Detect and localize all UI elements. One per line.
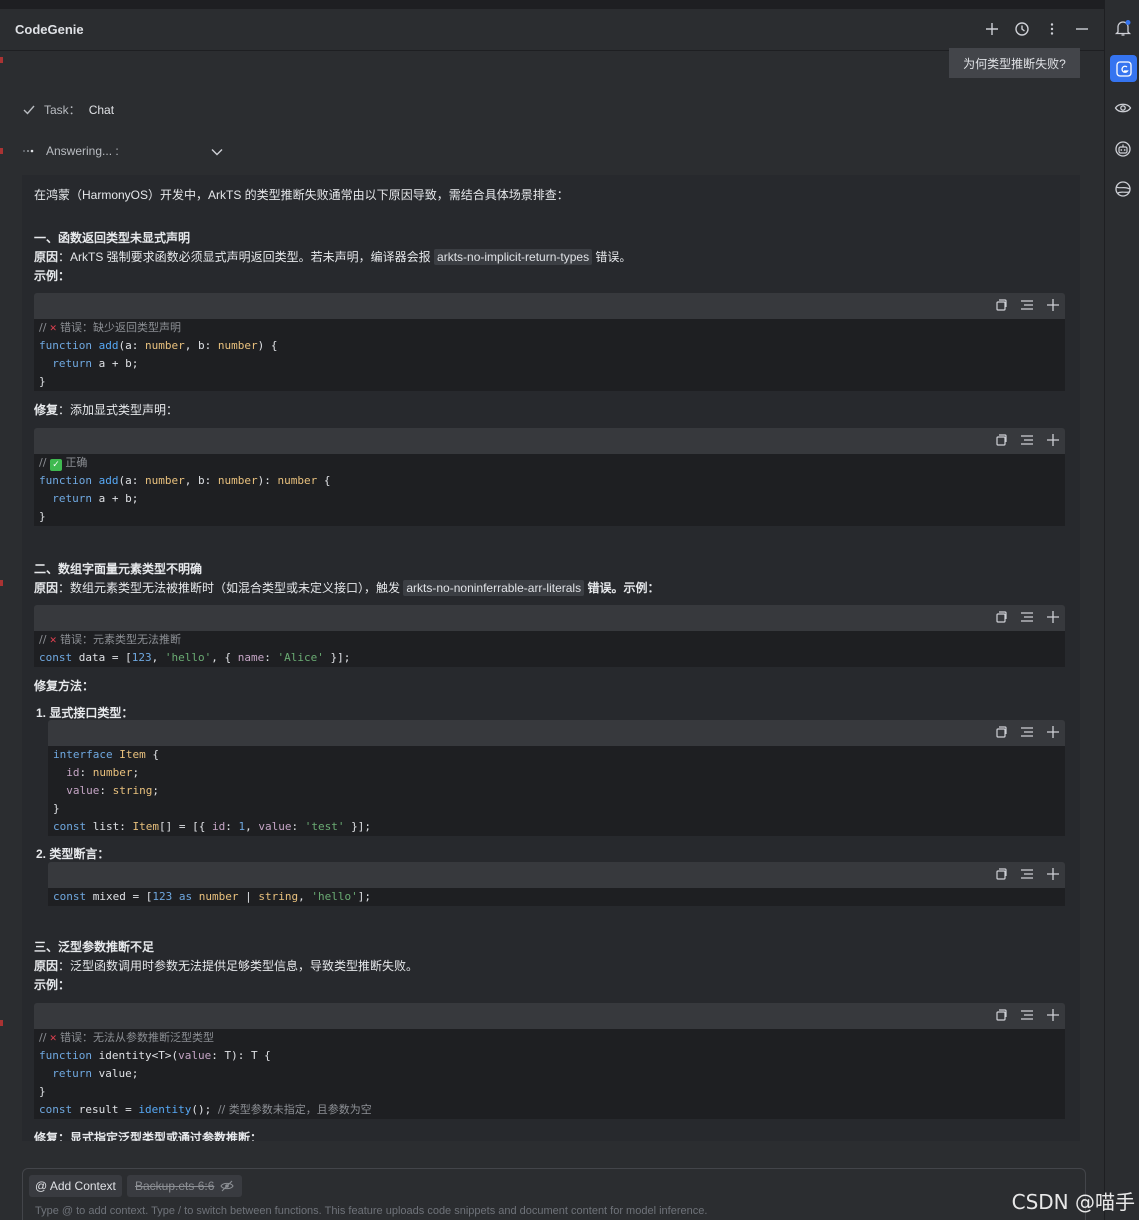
reason-tail: 错误。 <box>595 250 632 264</box>
code-body: // ✕ 错误：缺少返回类型声明 function add(a: number,… <box>34 319 1065 391</box>
eye-icon[interactable] <box>1114 99 1132 117</box>
loading-dots-icon <box>23 149 34 153</box>
section-1-title: 一、函数返回类型未显式声明 <box>34 231 191 245</box>
code-block: // ✓ 正确 function add(a: number, b: numbe… <box>34 428 1065 526</box>
robot-icon[interactable] <box>1114 140 1132 158</box>
copy-icon[interactable] <box>993 1007 1009 1023</box>
copy-icon[interactable] <box>993 432 1009 448</box>
globe-icon[interactable] <box>1114 180 1132 198</box>
right-tool-bar <box>1104 0 1139 1220</box>
section-2-reason: 原因：数组元素类型无法被推断时（如混合类型或未定义接口），触发 arkts-no… <box>34 580 660 596</box>
lint-rule-chip: arkts-no-implicit-return-types <box>434 249 593 265</box>
fix-item-2: 2. 类型断言： <box>36 847 110 861</box>
insert-icon[interactable] <box>1019 866 1035 882</box>
check-icon <box>23 105 35 115</box>
code-block: // ✕ 错误：元素类型无法推断 const data = [123, 'hel… <box>34 605 1065 667</box>
eye-off-icon[interactable] <box>220 1180 235 1192</box>
chevron-down-icon[interactable] <box>210 145 224 159</box>
copy-icon[interactable] <box>993 609 1009 625</box>
lint-rule-chip: arkts-no-noninferrable-arr-literals <box>403 580 585 596</box>
copy-icon[interactable] <box>993 724 1009 740</box>
section-1-example-label: 示例： <box>34 269 71 283</box>
section-2-title: 二、数组字面量元素类型不明确 <box>34 562 203 576</box>
code-block: const mixed = [123 as number | string, '… <box>48 862 1065 906</box>
code-toolbar <box>993 432 1061 448</box>
task-label: Task： <box>44 103 81 117</box>
insert-icon[interactable] <box>1019 297 1035 313</box>
plus-icon[interactable] <box>1045 866 1061 882</box>
user-message-bubble: 为何类型推断失败? <box>949 48 1080 78</box>
code-body: // ✕ 错误：元素类型无法推断 const data = [123, 'hel… <box>34 631 1065 667</box>
task-value: Chat <box>88 102 115 117</box>
chat-input-box[interactable]: @ Add Context Backup.ets 6:6 Type @ to a… <box>22 1168 1086 1220</box>
gutter-marker <box>0 148 3 154</box>
context-file-chip[interactable]: Backup.ets 6:6 <box>127 1175 243 1197</box>
cross-icon: ✕ <box>49 1031 57 1044</box>
more-icon[interactable] <box>1044 19 1060 39</box>
insert-icon[interactable] <box>1019 1007 1035 1023</box>
code-block: // ✕ 错误：无法从参数推断泛型类型 function identity<T>… <box>34 1003 1065 1119</box>
plus-icon[interactable] <box>1045 432 1061 448</box>
top-strip <box>0 0 1104 8</box>
code-body: interface Item { id: number; value: stri… <box>48 746 1065 836</box>
task-row[interactable]: Task： Chat <box>22 101 114 118</box>
cross-icon: ✕ <box>49 633 57 646</box>
code-body: // ✓ 正确 function add(a: number, b: numbe… <box>34 454 1065 526</box>
gutter-marker <box>0 57 3 63</box>
insert-icon[interactable] <box>1019 724 1035 740</box>
answer-panel: 在鸿蒙（HarmonyOS）开发中，ArkTS 的类型推断失败通常由以下原因导致… <box>22 175 1080 1141</box>
section-3-example-label: 示例： <box>34 978 71 992</box>
copy-icon[interactable] <box>993 297 1009 313</box>
plus-icon[interactable] <box>984 19 1000 39</box>
copy-icon[interactable] <box>993 866 1009 882</box>
check-mark-icon: ✓ <box>49 459 62 471</box>
code-toolbar <box>993 1007 1061 1023</box>
insert-icon[interactable] <box>1019 609 1035 625</box>
code-block: // ✕ 错误：缺少返回类型声明 function add(a: number,… <box>34 293 1065 391</box>
answer-intro: 在鸿蒙（HarmonyOS）开发中，ArkTS 的类型推断失败通常由以下原因导致… <box>34 188 569 202</box>
minimize-icon[interactable] <box>1074 19 1090 39</box>
reason-key: 原因 <box>34 250 59 264</box>
section-3-reason: 原因：泛型函数调用时参数无法提供足够类型信息，导致类型推断失败。 <box>34 959 419 973</box>
status-label: Answering... : <box>46 144 119 158</box>
csdn-watermark: CSDN @喵手 <box>1011 1190 1135 1214</box>
plus-icon[interactable] <box>1045 724 1061 740</box>
gutter-marker <box>0 580 3 586</box>
fix-item-1: 1. 显式接口类型： <box>36 706 134 720</box>
code-toolbar <box>993 609 1061 625</box>
plus-icon[interactable] <box>1045 297 1061 313</box>
tool-window-header: CodeGenie <box>0 9 1104 51</box>
code-body: // ✕ 错误：无法从参数推断泛型类型 function identity<T>… <box>34 1029 1065 1119</box>
insert-icon[interactable] <box>1019 432 1035 448</box>
plus-icon[interactable] <box>1045 1007 1061 1023</box>
section-1-fix: 修复：添加显式类型声明： <box>34 403 179 417</box>
app-title: CodeGenie <box>15 22 84 37</box>
code-body: const mixed = [123 as number | string, '… <box>48 888 1065 906</box>
history-icon[interactable] <box>1014 19 1030 39</box>
code-toolbar <box>993 297 1061 313</box>
section-3-fix: 修复：显式指定泛型类型或通过参数推断： <box>34 1131 263 1141</box>
code-toolbar <box>993 724 1061 740</box>
reason-text: ：ArkTS 强制要求函数必须显式声明返回类型。若未声明，编译器会报 <box>58 250 431 264</box>
section-1-reason: 原因：ArkTS 强制要求函数必须显式声明返回类型。若未声明，编译器会报 ark… <box>34 248 631 265</box>
code-block: interface Item { id: number; value: stri… <box>48 720 1065 836</box>
cross-icon: ✕ <box>49 321 57 334</box>
header-actions <box>984 19 1090 39</box>
code-toolbar <box>993 866 1061 882</box>
gutter-marker <box>0 1020 3 1026</box>
file-chip-label: Backup.ets 6:6 <box>135 1179 215 1193</box>
notification-bell-icon[interactable] <box>1114 19 1132 37</box>
answering-status-row[interactable]: Answering... : <box>22 144 232 158</box>
plus-icon[interactable] <box>1045 609 1061 625</box>
section-2-fix-title: 修复方法： <box>34 679 95 693</box>
add-context-button[interactable]: @ Add Context <box>29 1175 122 1197</box>
section-3-title: 三、泛型参数推断不足 <box>34 940 155 954</box>
codegenie-tool-icon[interactable] <box>1110 55 1137 82</box>
input-placeholder: Type @ to add context. Type / to switch … <box>35 1205 708 1217</box>
